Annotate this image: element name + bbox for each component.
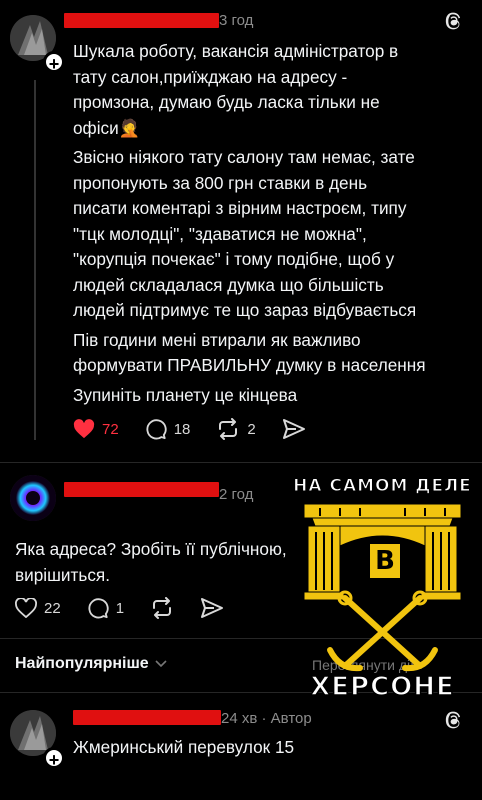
redacted-username xyxy=(64,13,219,28)
post-line: тату салон,приїжджаю на адресу - xyxy=(73,66,348,87)
post-line: Яка адреса? Зробіть її публічною, xyxy=(15,539,287,559)
sort-label: Найпопулярніше xyxy=(15,655,149,672)
follow-plus-button[interactable]: + xyxy=(43,747,65,770)
repost-button[interactable] xyxy=(150,597,174,619)
post-meta: 24 хв · Автор xyxy=(221,710,312,727)
author-badge: Автор xyxy=(270,710,312,727)
thread-line xyxy=(34,80,36,440)
sort-dropdown[interactable]: Найпопулярніше xyxy=(15,655,167,673)
post-line: формувати ПРАВИЛЬНУ думку в населення xyxy=(73,355,426,375)
like-button[interactable]: 22 xyxy=(15,597,61,619)
post-time: 2 год xyxy=(219,486,254,503)
post-body: Шукала роботу, вакансія адміністратор в … xyxy=(73,39,473,408)
post-line: людей підтримує те що зараз відбувається xyxy=(73,300,417,320)
threads-logo-icon xyxy=(444,710,464,735)
comment-icon xyxy=(146,419,167,440)
heart-filled-icon xyxy=(73,419,95,439)
comment-icon xyxy=(88,598,109,619)
like-button[interactable]: 72 xyxy=(73,418,119,440)
divider xyxy=(0,462,482,463)
watermark-middle-text: В xyxy=(368,542,402,580)
watermark-bottom-text: ХЕРСОНЕ xyxy=(309,671,455,703)
post-line: людей складалася думка що більшість xyxy=(73,274,384,295)
follow-plus-button[interactable]: + xyxy=(43,51,65,74)
post-line: вирішиться. xyxy=(15,564,111,585)
repost-icon xyxy=(153,597,172,619)
post-line: писати коментарі з вірним настроєм, типу xyxy=(73,198,407,218)
post-line: "тцк молодці", "здаватися не можна", xyxy=(73,223,367,244)
like-count: 22 xyxy=(44,599,61,617)
repost-icon xyxy=(219,418,238,440)
watermark-logo: НА САМОМ ДЕЛЕ В ХЕРСОНЕ xyxy=(290,470,475,710)
post-line: Зупиніть планету це кінцева xyxy=(73,384,298,405)
post-time: 3 год xyxy=(219,12,254,29)
chevron-down-icon xyxy=(155,660,167,668)
comment-count: 18 xyxy=(173,420,191,438)
redacted-username xyxy=(73,710,221,725)
redacted-username xyxy=(64,482,219,497)
post-body: Жмеринський перевулок 15 xyxy=(73,737,295,757)
post-line: Звісно ніякого тату салону там немає, за… xyxy=(73,147,415,167)
repost-count: 2 xyxy=(247,420,256,438)
like-count: 72 xyxy=(102,420,119,438)
repost-button[interactable]: 2 xyxy=(216,418,256,440)
send-icon xyxy=(282,419,305,439)
share-button[interactable] xyxy=(282,418,306,440)
avatar-image xyxy=(10,475,56,521)
meta-separator: · xyxy=(257,710,271,727)
avatar[interactable] xyxy=(10,475,56,521)
post-time: 24 хв xyxy=(221,710,258,727)
post-line: промзона, думаю будь ласка тільки не xyxy=(73,92,380,112)
threads-logo-icon xyxy=(444,11,464,36)
post-actions: 72 18 2 xyxy=(73,418,306,440)
post-line: Шукала роботу, вакансія адміністратор в xyxy=(73,41,399,61)
comment-button[interactable]: 1 xyxy=(87,597,124,619)
share-button[interactable] xyxy=(200,597,224,619)
reply-body: Яка адреса? Зробіть її публічною, виріши… xyxy=(15,537,315,588)
comment-button[interactable]: 18 xyxy=(145,418,191,440)
post-line: Пів години мені втирали як важливо xyxy=(73,329,361,350)
post-actions: 22 1 xyxy=(15,597,224,619)
send-icon xyxy=(201,598,224,618)
post-line: офіси🤦 xyxy=(73,117,141,138)
comment-count: 1 xyxy=(115,599,125,617)
heart-icon xyxy=(15,598,37,618)
post-line: "корупція почекає" і тому подібне, щоб у xyxy=(73,249,395,269)
post-line: пропонують за 800 грн ставки в день xyxy=(73,172,368,193)
